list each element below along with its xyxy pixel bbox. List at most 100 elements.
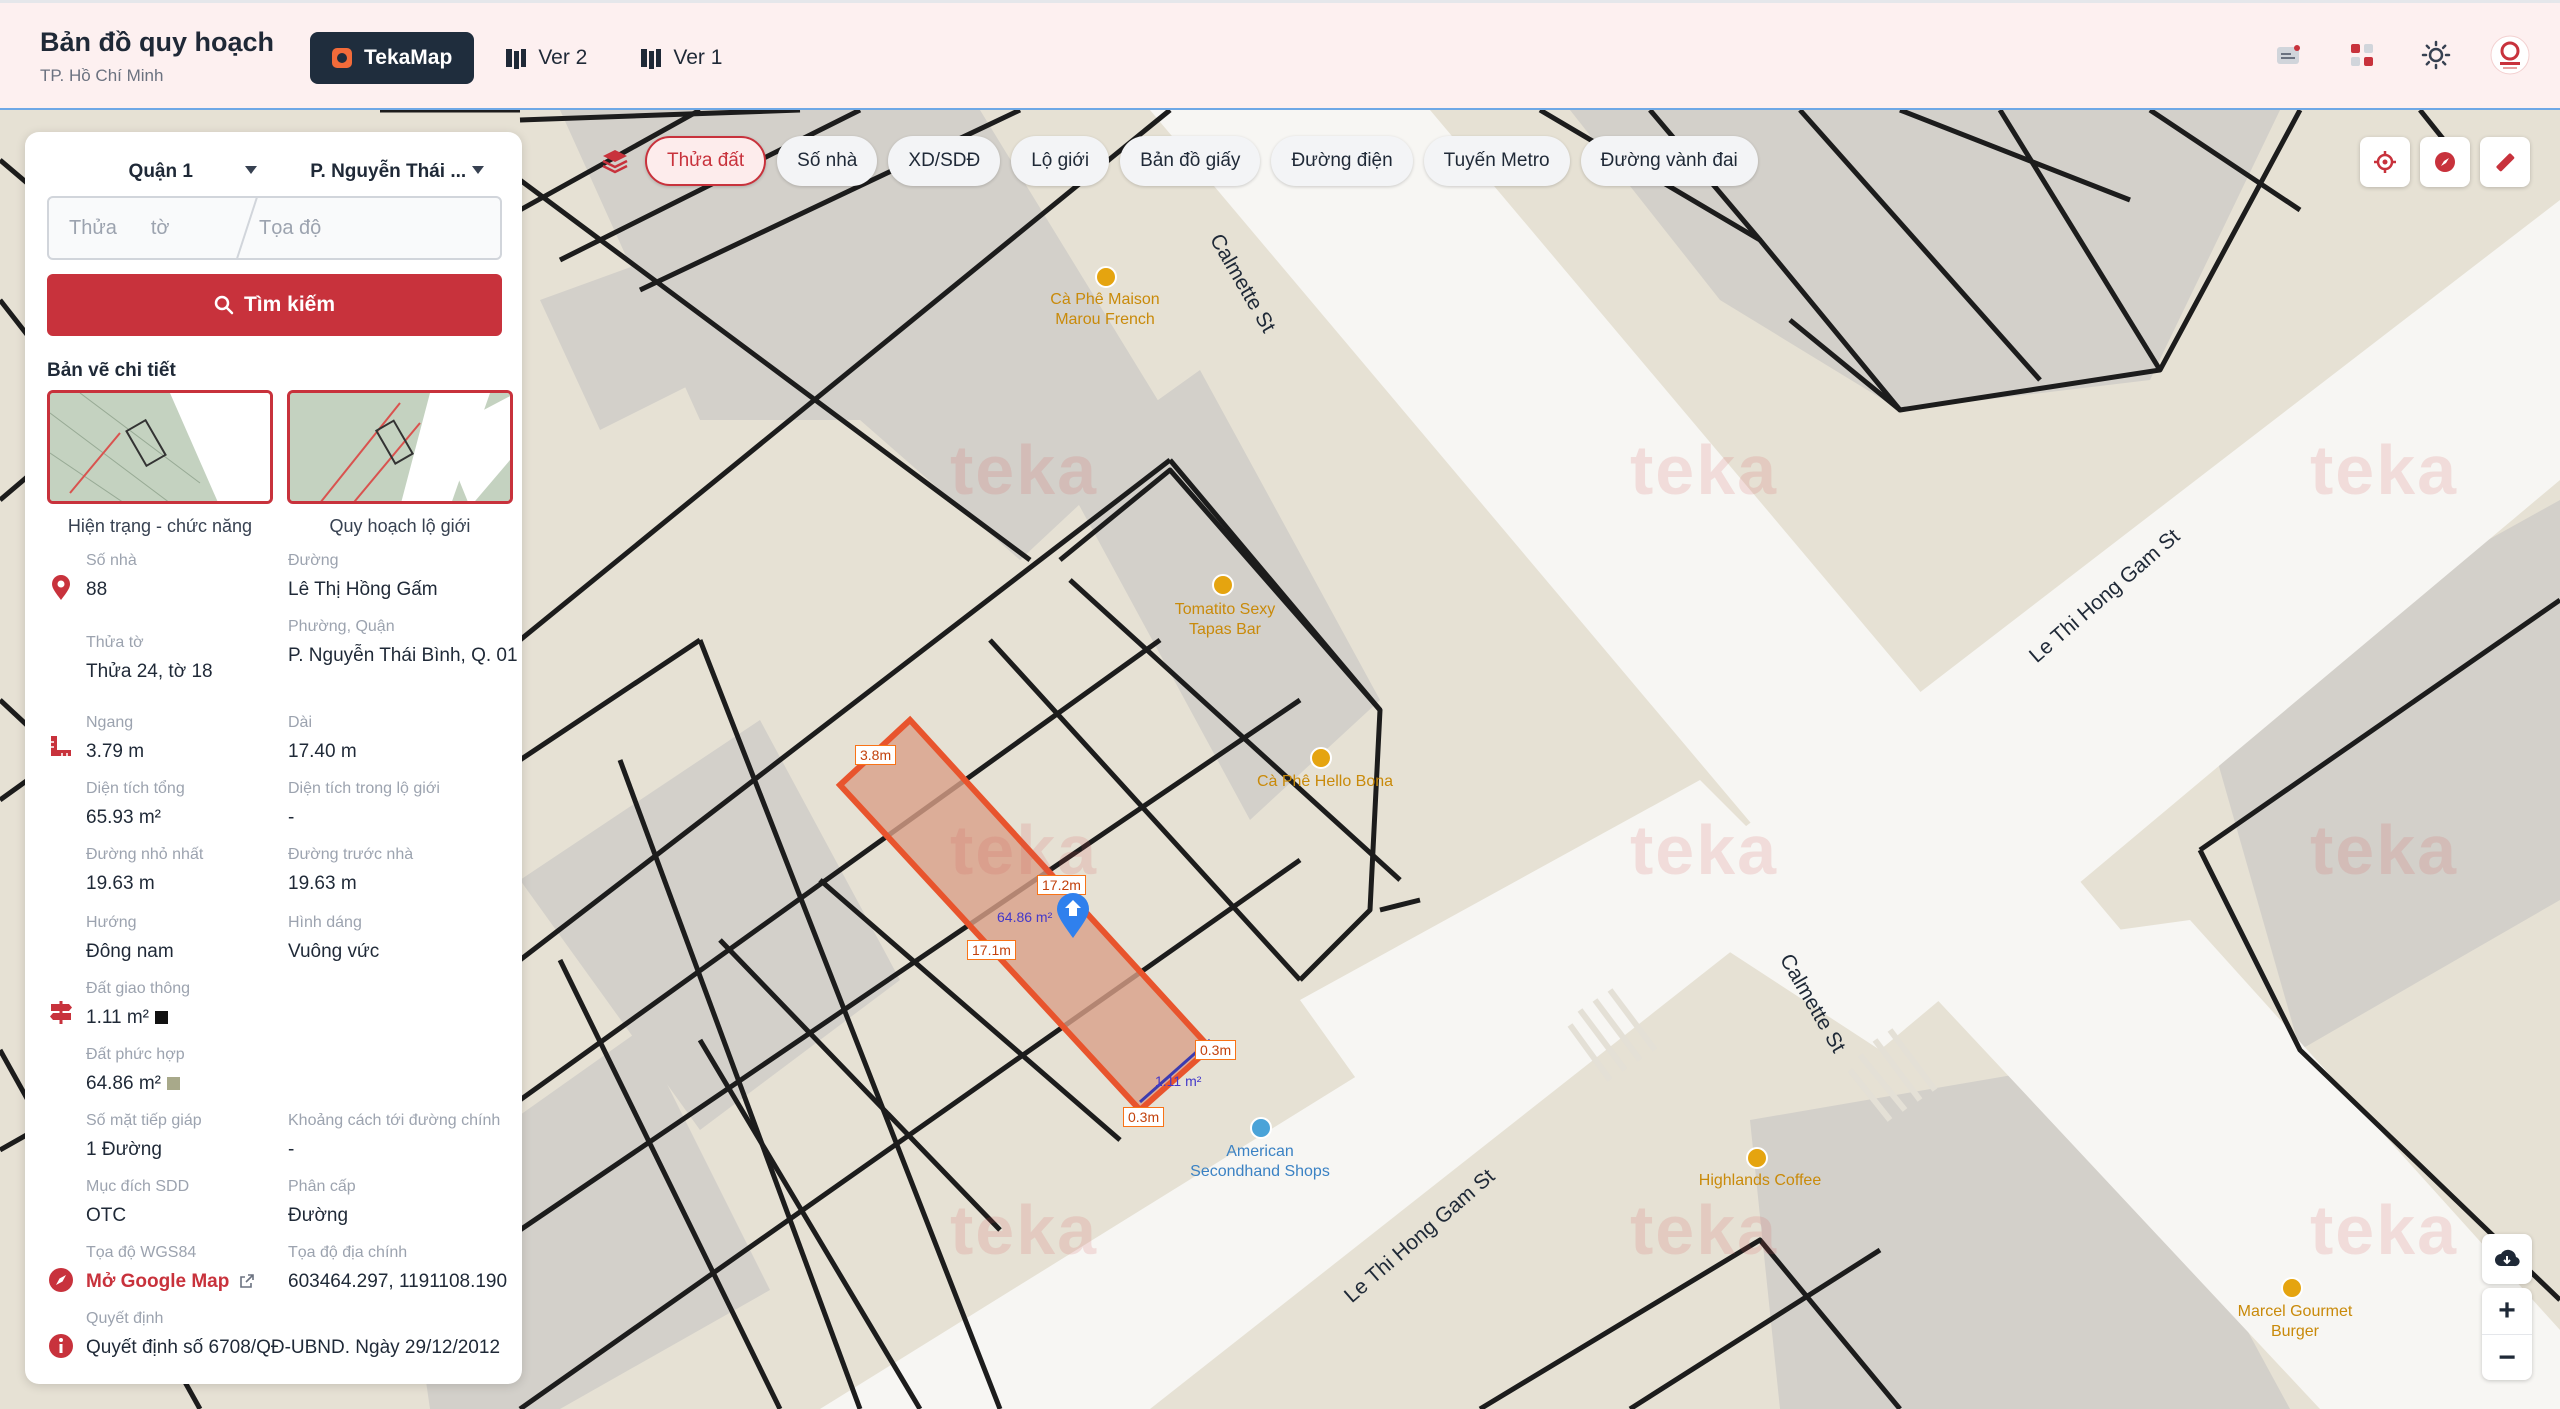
poi-label[interactable]: Cà Phê Maison Marou French <box>1020 290 1190 330</box>
shop-poi-icon[interactable] <box>1250 1117 1272 1139</box>
cafe-poi-icon[interactable] <box>1310 747 1332 769</box>
info-address-row: Số nhà 88 Đường Lê Thị Hồng Gấm Thửa tờ … <box>25 552 522 682</box>
chip-ban-do-giay[interactable]: Bản đồ giấy <box>1120 136 1261 186</box>
poi-label[interactable]: Highlands Coffee <box>1670 1171 1850 1191</box>
drawing-thumbnail[interactable] <box>47 390 273 504</box>
page-subtitle: TP. Hồ Chí Minh <box>40 66 164 85</box>
locate-button[interactable] <box>2360 137 2410 187</box>
watermark: teka <box>1630 431 1779 509</box>
field-ngang: Ngang 3.79 m <box>86 714 145 762</box>
watermark: teka <box>2310 811 2459 889</box>
layers-icon[interactable] <box>598 144 632 178</box>
field-dia-chinh: Tọa độ địa chính 603464.297, 1191108.190 <box>288 1244 508 1292</box>
watermark: teka <box>950 1191 1099 1269</box>
field-duong-nho: Đường nhỏ nhất 19.63 m <box>86 846 204 894</box>
zoom-controls: + − <box>2482 1288 2532 1380</box>
search-icon <box>214 295 234 315</box>
page-title: Bản đồ quy hoạch <box>40 27 275 57</box>
compass-icon <box>49 1268 73 1292</box>
measure-button[interactable] <box>2480 137 2530 187</box>
watermark: teka <box>1630 1191 1779 1269</box>
location-selectors: Quận 1 P. Nguyễn Thái ... <box>47 146 502 198</box>
ruler-icon <box>2496 153 2515 172</box>
field-quyet-dinh: Quyết định Quyết định số 6708/QĐ-UBND. N… <box>86 1310 501 1358</box>
coordinate-input[interactable]: Tọa độ <box>239 198 500 258</box>
search-button-label: Tìm kiếm <box>243 293 336 316</box>
field-dt-tong: Diện tích tổng 65.93 m² <box>86 780 185 828</box>
field-so-nha: Số nhà 88 <box>86 552 137 600</box>
grid-apps-icon[interactable] <box>2342 35 2382 75</box>
tab-ver1[interactable]: Ver 1 <box>619 32 744 84</box>
district-value: Quận 1 <box>128 161 193 182</box>
field-khoang-cach: Khoảng cách tới đường chính - <box>288 1112 501 1160</box>
saigon-logo-icon[interactable] <box>2490 35 2530 75</box>
watermark: teka <box>2310 431 2459 509</box>
chip-xd-sdd[interactable]: XD/SDĐ <box>888 136 1001 186</box>
info-access-row: Số mặt tiếp giáp 1 Đường Khoảng cách tới… <box>25 1112 522 1244</box>
cafe-poi-icon[interactable] <box>1746 1147 1768 1169</box>
layer-bar: Thửa đất Số nhà XD/SDĐ Lộ giới Bản đồ gi… <box>598 136 1758 186</box>
field-dat-giao-thong: Đất giao thông 1.11 m² <box>86 980 191 1028</box>
crosshair-icon <box>2374 151 2396 173</box>
restaurant-poi-icon[interactable] <box>1212 574 1234 596</box>
notes-icon[interactable] <box>2268 35 2308 75</box>
ward-select[interactable]: P. Nguyễn Thái ... <box>275 146 503 198</box>
drawing-thumbnail[interactable] <box>287 390 513 504</box>
drawing-planning[interactable]: Quy hoạch lộ giới <box>287 390 513 537</box>
chip-lo-gioi[interactable]: Lộ giới <box>1011 136 1110 186</box>
district-select[interactable]: Quận 1 <box>47 146 275 198</box>
poi-label[interactable]: Marcel Gourmet Burger <box>2210 1302 2380 1342</box>
field-huong: Hướng Đông nam <box>86 914 174 962</box>
poi-label[interactable]: Cà Phê Hello Bona <box>1240 772 1410 792</box>
field-duong-truoc: Đường trước nhà 19.63 m <box>288 846 414 894</box>
header-actions <box>2268 35 2530 75</box>
tekamap-logo-icon <box>332 48 352 68</box>
chip-tuyen-metro[interactable]: Tuyến Metro <box>1423 136 1570 186</box>
parcel-placeholder: Thửa <box>69 216 117 239</box>
chip-duong-dien[interactable]: Đường điện <box>1271 136 1413 186</box>
info-coords-row: Tọa độ WGS84 Mở Google Map Tọa độ địa ch… <box>25 1244 522 1310</box>
chip-duong-vanh-dai[interactable]: Đường vành đai <box>1580 136 1758 186</box>
swatch-phuc-hop <box>166 1077 180 1091</box>
dimension-label: 0.3m <box>1195 1040 1237 1060</box>
external-link-icon <box>239 1274 254 1288</box>
map-icon <box>506 49 527 69</box>
field-duong: Đường Lê Thị Hồng Gấm <box>288 552 438 600</box>
app-header: Bản đồ quy hoạch TP. Hồ Chí Minh TekaMap… <box>0 0 2560 110</box>
cloud-download-icon <box>2495 1249 2520 1267</box>
drawing-current[interactable]: Hiện trạng - chức năng <box>47 390 273 537</box>
compass-button[interactable] <box>2420 137 2470 187</box>
sun-theme-icon[interactable] <box>2416 35 2456 75</box>
info-size-row: Ngang 3.79 m Dài 17.40 m Diện tích tổng … <box>25 714 522 914</box>
drawing-thumbnails: Hiện trạng - chức năng Quy hoạch lộ giới <box>47 390 513 537</box>
dimension-label: 3.8m <box>855 745 897 765</box>
watermark: teka <box>950 431 1099 509</box>
info-shape-row: Hướng Đông nam Hình dáng Vuông vức <box>25 914 522 980</box>
poi-label[interactable]: American Secondhand Shops <box>1175 1142 1345 1182</box>
dimension-label: 0.3m <box>1123 1107 1165 1127</box>
field-wgs84: Tọa độ WGS84 Mở Google Map <box>86 1244 276 1295</box>
tab-tekamap[interactable]: TekaMap <box>310 32 475 84</box>
tab-ver2[interactable]: Ver 2 <box>484 32 609 84</box>
open-google-map-link[interactable]: Mở Google Map <box>86 1268 276 1295</box>
chip-thua-dat[interactable]: Thửa đất <box>645 136 767 186</box>
drawing-caption: Quy hoạch lộ giới <box>329 516 471 536</box>
location-marker-icon <box>52 575 70 600</box>
ruler-icon <box>51 736 71 756</box>
sheet-placeholder: tờ <box>150 216 170 239</box>
restaurant-poi-icon[interactable] <box>2281 1277 2303 1299</box>
search-button[interactable]: Tìm kiếm <box>47 274 502 336</box>
info-circle-icon <box>49 1334 73 1358</box>
drawing-caption: Hiện trạng - chức năng <box>67 516 253 536</box>
field-dt-lo-gioi: Diện tích trong lộ giới - <box>288 780 440 828</box>
cafe-poi-icon[interactable] <box>1095 266 1117 288</box>
parcel-sheet-input[interactable]: Thửa tờ <box>49 198 239 258</box>
download-button[interactable] <box>2482 1234 2532 1284</box>
field-dat-phuc-hop: Đất phức hợp 64.86 m² <box>86 1046 185 1094</box>
field-hinh-dang: Hình dáng Vuông vức <box>288 914 380 962</box>
chip-so-nha[interactable]: Số nhà <box>777 136 878 186</box>
zoom-in-button[interactable]: + <box>2482 1288 2532 1334</box>
zoom-out-button[interactable]: − <box>2482 1334 2532 1380</box>
poi-label[interactable]: Tomatito Sexy Tapas Bar <box>1140 600 1310 640</box>
info-landuse-row: Đất giao thông 1.11 m² Đất phức hợp 64.8… <box>25 980 522 1112</box>
